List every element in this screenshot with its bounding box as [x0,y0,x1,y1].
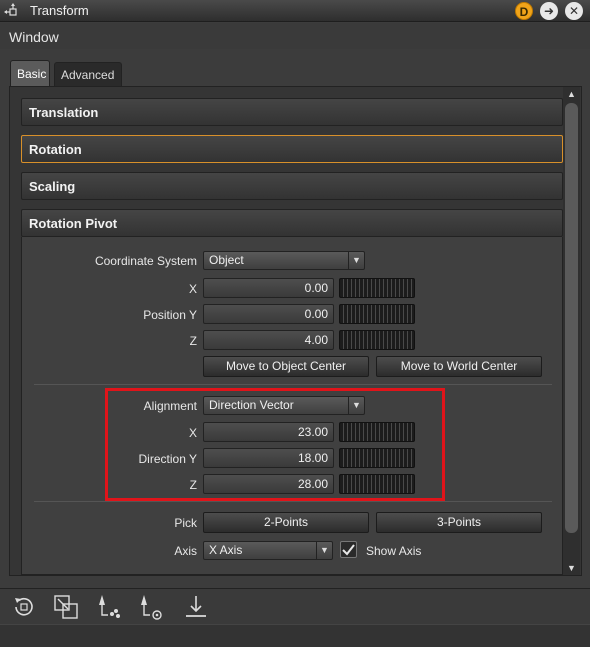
divider [34,384,552,385]
transform-gizmo-icon [4,3,17,16]
coordinate-system-dropdown[interactable]: Object ▼ [203,251,365,270]
window-title: Transform [30,3,89,18]
scroll-down-icon[interactable]: ▼ [563,561,580,575]
checkmark-icon [342,544,355,556]
pivot-to-point-icon[interactable] [136,593,164,621]
alignment-dropdown[interactable]: Direction Vector ▼ [203,396,365,415]
rotate-reset-icon[interactable] [10,593,38,621]
direction-x-jog-slider[interactable] [339,422,415,442]
menu-window[interactable]: Window [9,29,59,45]
position-x-label: X [188,282,197,296]
move-to-world-center-button[interactable]: Move to World Center [376,356,542,377]
direction-y-field[interactable]: 18.00 [203,448,334,468]
section-scaling[interactable]: Scaling [21,172,563,200]
scrollbar-thumb[interactable] [565,103,578,533]
alignment-value: Direction Vector [209,398,294,412]
direction-y-label: Direction Y [138,452,197,466]
chevron-down-icon: ▼ [348,397,364,414]
direction-z-field[interactable]: 28.00 [203,474,334,494]
pick-label: Pick [174,516,197,530]
scroll-up-icon[interactable]: ▲ [563,87,580,101]
alignment-label: Alignment [143,399,197,413]
rotation-pivot-body: Coordinate System Object ▼ X 0.00 Positi… [21,237,563,575]
position-y-field[interactable]: 0.00 [203,304,334,324]
pivot-to-selection-icon[interactable] [94,593,122,621]
section-translation[interactable]: Translation [21,98,563,126]
three-points-button[interactable]: 3-Points [376,512,542,533]
menu-bar: Window [0,23,590,49]
drop-to-ground-icon[interactable] [182,593,210,621]
chevron-down-icon: ▼ [316,542,332,559]
direction-y-jog-slider[interactable] [339,448,415,468]
two-points-button[interactable]: 2-Points [203,512,369,533]
direction-x-label: X [188,426,197,440]
position-z-label: Z [189,334,197,348]
direction-z-label: Z [189,478,197,492]
show-axis-checkbox[interactable] [340,541,357,558]
section-rotation-pivot[interactable]: Rotation Pivot [21,209,563,237]
coordinate-system-value: Object [209,253,244,267]
dock-badge-icon[interactable]: D [515,2,533,20]
direction-x-field[interactable]: 23.00 [203,422,334,442]
tab-basic[interactable]: Basic [10,60,50,86]
position-z-field[interactable]: 4.00 [203,330,334,350]
axis-dropdown[interactable]: X Axis ▼ [203,541,333,560]
arrow-right-circle-icon[interactable]: ➜ [540,2,558,20]
section-rotation[interactable]: Rotation [21,135,563,163]
position-y-label: Position Y [143,308,197,322]
position-y-jog-slider[interactable] [339,304,415,324]
axis-value: X Axis [209,543,243,557]
move-to-object-center-button[interactable]: Move to Object Center [203,356,369,377]
axis-label: Axis [174,544,197,558]
close-circle-icon[interactable]: ✕ [565,2,583,20]
position-z-jog-slider[interactable] [339,330,415,350]
direction-z-jog-slider[interactable] [339,474,415,494]
position-x-jog-slider[interactable] [339,278,415,298]
divider [34,501,552,502]
tab-advanced[interactable]: Advanced [54,62,122,86]
show-axis-label: Show Axis [366,544,422,558]
basic-panel: Translation Rotation Scaling Rotation Pi… [9,86,582,576]
move-to-center-icon[interactable] [52,593,80,621]
chevron-down-icon: ▼ [348,252,364,269]
position-x-field[interactable]: 0.00 [203,278,334,298]
title-bar: Transform D ➜ ✕ [0,0,590,22]
coordinate-system-label: Coordinate System [94,254,197,268]
bottom-toolbar [0,588,590,624]
vertical-scrollbar[interactable]: ▲ ▼ [563,87,580,575]
status-bar [0,624,590,647]
